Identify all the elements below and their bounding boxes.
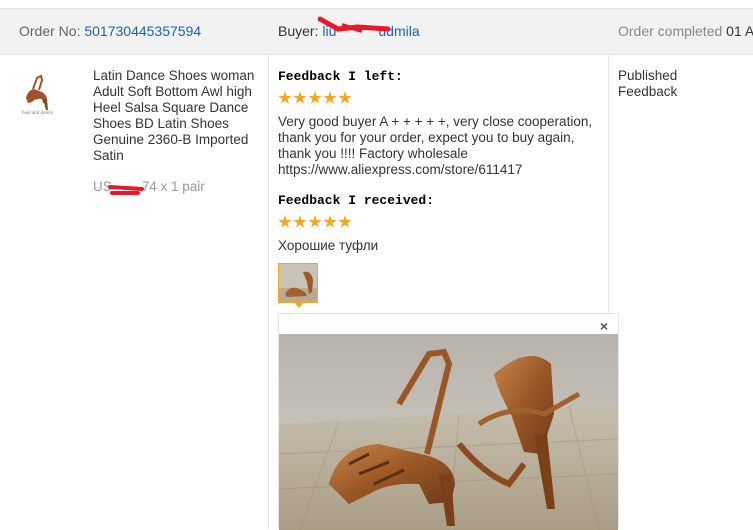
feedback-left-rating <box>278 91 352 105</box>
review-photo[interactable] <box>279 334 618 530</box>
redaction-scribble <box>318 16 391 33</box>
feedback-received-text: Хорошие туфли <box>278 238 379 253</box>
status-line-2: Feedback <box>618 84 678 99</box>
feedback-received-heading: Feedback I received: <box>278 193 435 208</box>
star-icon <box>278 215 292 228</box>
published-feedback-status: Published Feedback <box>618 68 677 100</box>
order-number-link[interactable]: 501730445357594 <box>84 23 201 39</box>
star-icon <box>323 91 337 104</box>
thumbnail-pointer <box>294 302 304 308</box>
star-icon <box>308 91 322 104</box>
feedback-received-rating <box>278 215 352 229</box>
product-title[interactable]: Latin Dance Shoes woman Adult Soft Botto… <box>93 68 263 164</box>
review-photo-thumbnail[interactable] <box>278 263 318 303</box>
photo-preview-panel: × <box>278 313 619 530</box>
buyer-field: Buyer: liu udmila <box>278 16 420 39</box>
order-header: Order No: 501730445357594 Buyer: liu udmi… <box>0 8 753 55</box>
star-icon <box>338 91 352 104</box>
product-price: US 74 x 1 pair <box>93 179 205 195</box>
order-status: Order completed 01 A <box>618 23 753 39</box>
status-text: Order completed <box>618 23 723 39</box>
star-icon <box>293 215 307 228</box>
feedback-left-heading: Feedback I left: <box>278 69 403 84</box>
close-icon[interactable]: × <box>600 318 608 334</box>
status-date: 01 A <box>726 23 753 39</box>
star-icon <box>293 91 307 104</box>
buyer-name-link[interactable]: liu udmila <box>318 16 420 39</box>
column-divider <box>268 53 269 529</box>
order-label-text: Order No: <box>19 23 81 39</box>
star-icon <box>323 215 337 228</box>
redaction-scribble <box>107 185 144 195</box>
star-icon <box>278 91 292 104</box>
feedback-left-text: Very good buyer A + + + + +, very close … <box>278 114 593 177</box>
thumbnail-caption: heel and dance <box>22 110 53 115</box>
star-icon <box>338 215 352 228</box>
buyer-label-text: Buyer: <box>278 23 319 39</box>
order-number-label: Order No: 501730445357594 <box>19 23 201 39</box>
status-line-1: Published <box>618 68 678 83</box>
star-icon <box>308 215 322 228</box>
product-thumbnail[interactable] <box>24 72 50 112</box>
